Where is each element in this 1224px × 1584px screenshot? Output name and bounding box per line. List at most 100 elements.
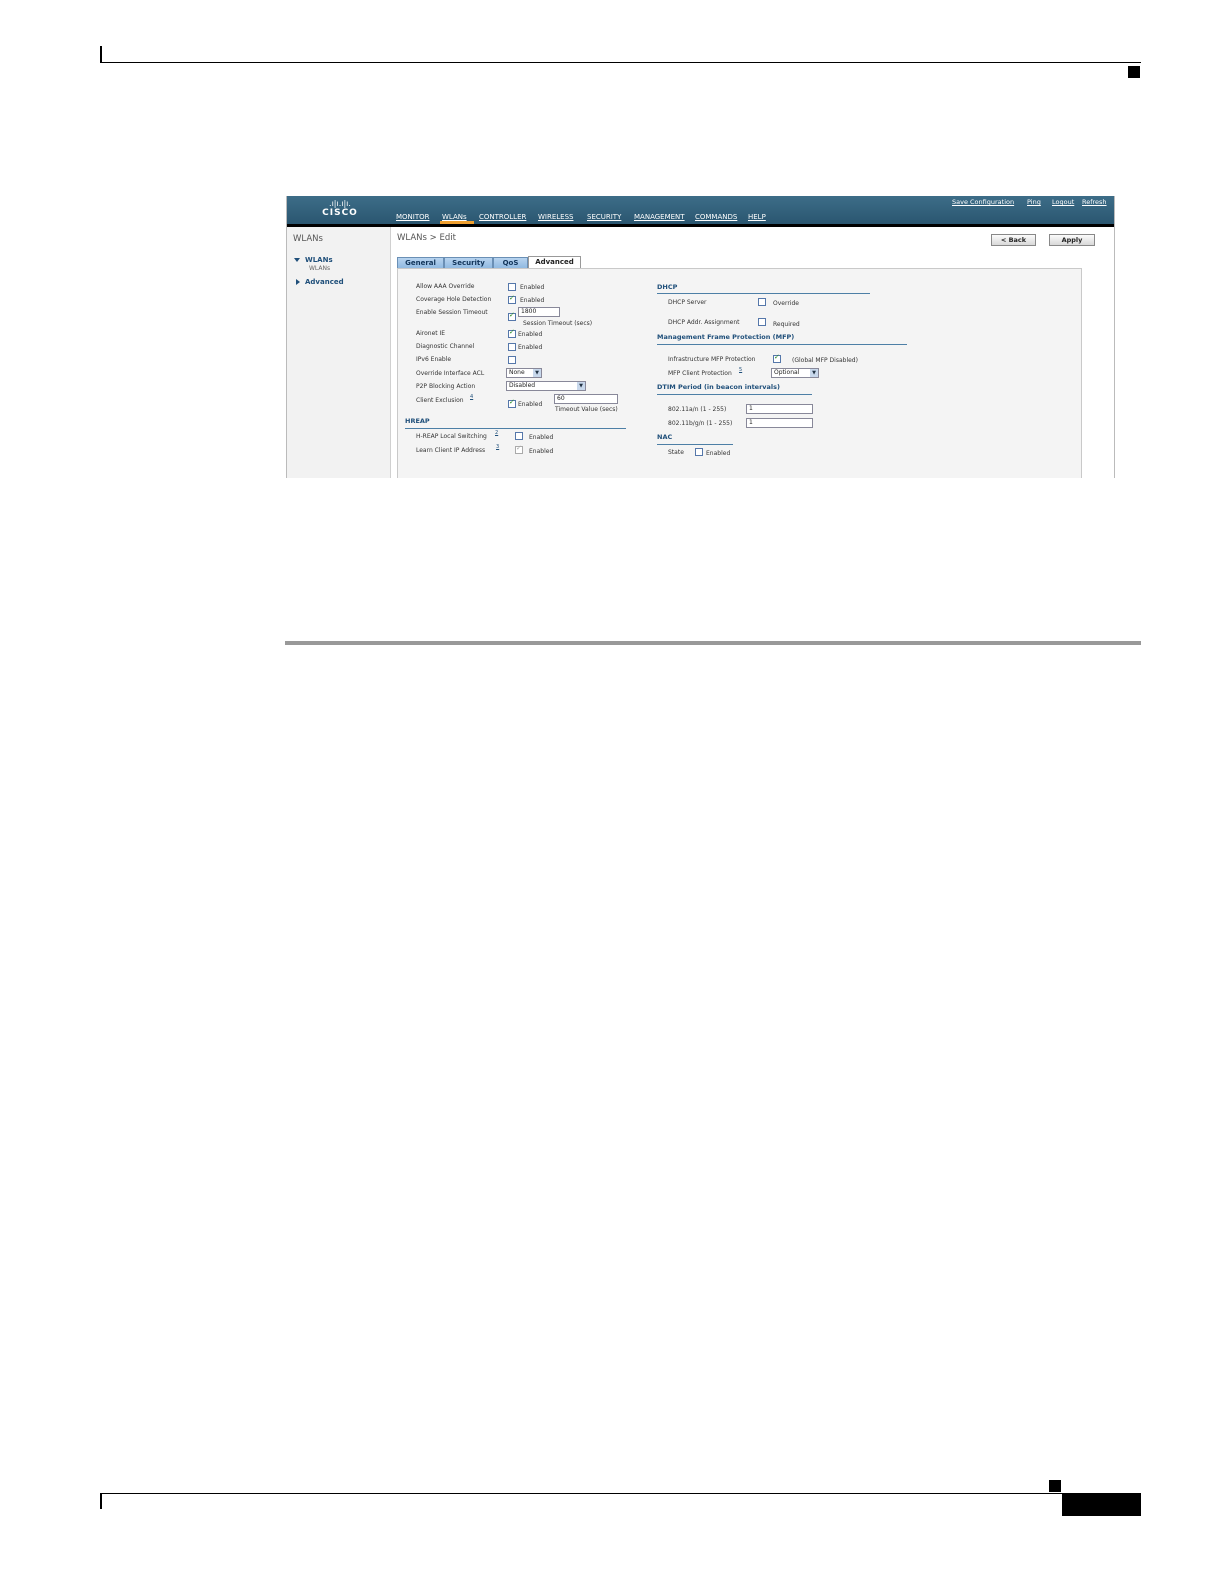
learn-ip-text: Enabled — [529, 448, 554, 455]
dhcp-assignment-text: Required — [773, 321, 800, 328]
p2p-select[interactable]: Disabled ▼ — [506, 381, 586, 391]
nav-commands[interactable]: COMMANDS — [695, 213, 737, 221]
mfp-section-rule — [657, 344, 907, 345]
coverage-hole-label: Coverage Hole Detection — [416, 296, 492, 303]
session-timeout-checkbox[interactable] — [508, 311, 516, 321]
nav-wireless[interactable]: WIRELESS — [538, 213, 573, 221]
hreap-section-title: HREAP — [405, 417, 430, 425]
client-exclusion-note[interactable]: 4 — [470, 394, 473, 400]
nac-state-label: State — [668, 449, 684, 456]
coverage-hole-text: Enabled — [520, 297, 545, 304]
hreap-switching-text: Enabled — [529, 434, 554, 441]
ipv6-label: IPv6 Enable — [416, 356, 452, 363]
aironet-ie-label: Aironet IE — [416, 330, 446, 337]
allow-aaa-label: Allow AAA Override — [416, 283, 475, 290]
cisco-logo: .ı|ı.ı|ı. CISCO — [322, 199, 358, 219]
footer-rule — [100, 1493, 1141, 1494]
client-exclusion-text: Enabled — [518, 401, 543, 408]
ipv6-checkbox[interactable] — [508, 356, 516, 364]
nav-help[interactable]: HELP — [748, 213, 766, 221]
diagnostic-channel-checkbox[interactable] — [508, 343, 516, 351]
coverage-hole-checkbox[interactable] — [508, 294, 516, 304]
nav-monitor[interactable]: MONITOR — [396, 213, 430, 221]
client-mfp-label: MFP Client Protection — [668, 370, 732, 377]
nav-wlans[interactable]: WLANs — [442, 213, 467, 221]
sidebar-title: WLANs — [293, 234, 323, 244]
dtim-section-rule — [657, 394, 812, 395]
section-separator — [285, 641, 1141, 645]
aironet-ie-checkbox[interactable] — [508, 328, 516, 338]
client-mfp-select[interactable]: Optional ▼ — [771, 368, 819, 378]
dtim-section-title: DTIM Period (in beacon intervals) — [657, 383, 780, 391]
hreap-switching-checkbox[interactable] — [515, 432, 523, 440]
session-timeout-label: Enable Session Timeout — [416, 309, 488, 316]
page-number-block — [1062, 1494, 1141, 1516]
footer-tick — [100, 1493, 102, 1509]
client-exclusion-label: Client Exclusion — [416, 397, 464, 404]
client-exclusion-checkbox[interactable] — [508, 398, 516, 408]
dhcp-server-checkbox[interactable] — [758, 298, 766, 306]
infra-mfp-checkbox[interactable] — [773, 353, 781, 363]
expand-arrow-icon[interactable] — [294, 258, 300, 262]
infra-mfp-label: Infrastructure MFP Protection — [668, 356, 756, 363]
ping-link[interactable]: Ping — [1027, 198, 1041, 206]
nav-security[interactable]: SECURITY — [587, 213, 621, 221]
apply-button[interactable]: Apply — [1049, 234, 1095, 246]
learn-ip-checkbox[interactable] — [515, 444, 523, 454]
diagnostic-channel-text: Enabled — [518, 344, 543, 351]
dhcp-section-title: DHCP — [657, 283, 678, 291]
nav-management[interactable]: MANAGEMENT — [634, 213, 685, 221]
session-timeout-input[interactable]: 1800 — [518, 307, 560, 317]
sidebar: WLANs WLANs WLANs Advanced — [287, 227, 391, 478]
nac-state-checkbox[interactable] — [695, 448, 703, 456]
nav-controller[interactable]: CONTROLLER — [479, 213, 526, 221]
sidebar-item-advanced[interactable]: Advanced — [305, 278, 344, 286]
learn-ip-note[interactable]: 3 — [496, 444, 499, 450]
refresh-link[interactable]: Refresh — [1082, 198, 1107, 206]
back-button[interactable]: < Back — [991, 234, 1036, 246]
dtim-a-label: 802.11a/n (1 - 255) — [668, 406, 727, 413]
dhcp-assignment-label: DHCP Addr. Assignment — [668, 319, 740, 326]
mfp-section-title: Management Frame Protection (MFP) — [657, 333, 795, 341]
nac-state-text: Enabled — [706, 450, 731, 457]
chevron-down-icon: ▼ — [533, 369, 541, 377]
chevron-down-icon: ▼ — [810, 369, 818, 377]
sidebar-subitem-wlans[interactable]: WLANs — [309, 265, 330, 272]
advanced-panel: Allow AAA Override Enabled Coverage Hole… — [397, 268, 1082, 478]
dtim-b-label: 802.11b/g/n (1 - 255) — [668, 420, 733, 427]
collapse-arrow-icon[interactable] — [296, 279, 300, 285]
exclusion-timeout-input[interactable]: 60 — [554, 394, 618, 404]
override-acl-label: Override Interface ACL — [416, 370, 485, 377]
p2p-label: P2P Blocking Action — [416, 383, 476, 390]
dhcp-assignment-checkbox[interactable] — [758, 318, 766, 326]
client-mfp-note[interactable]: 5 — [739, 367, 742, 373]
diagnostic-channel-label: Diagnostic Channel — [416, 343, 475, 350]
allow-aaa-checkbox[interactable] — [508, 283, 516, 291]
dtim-b-input[interactable]: 1 — [746, 418, 813, 428]
allow-aaa-text: Enabled — [520, 284, 545, 291]
hreap-section-rule — [405, 428, 626, 429]
top-bar: .ı|ı.ı|ı. CISCO MONITOR WLANs CONTROLLER… — [287, 196, 1114, 224]
chevron-down-icon: ▼ — [577, 382, 585, 390]
header-marker — [1128, 66, 1140, 78]
dhcp-server-label: DHCP Server — [668, 299, 707, 306]
header-tick — [100, 46, 102, 63]
dhcp-section-rule — [657, 293, 870, 294]
dhcp-server-text: Override — [773, 300, 799, 307]
hreap-switching-label: H-REAP Local Switching — [416, 433, 487, 440]
infra-mfp-text: (Global MFP Disabled) — [792, 357, 858, 364]
dtim-a-input[interactable]: 1 — [746, 404, 813, 414]
sidebar-item-wlans[interactable]: WLANs — [305, 256, 333, 264]
header-rule — [100, 62, 1141, 63]
hreap-switching-note[interactable]: 2 — [495, 430, 498, 436]
session-timeout-caption: Session Timeout (secs) — [523, 320, 593, 327]
aironet-ie-text: Enabled — [518, 331, 543, 338]
override-acl-select[interactable]: None ▼ — [506, 368, 542, 378]
logout-link[interactable]: Logout — [1052, 198, 1074, 206]
footer-marker — [1049, 1480, 1061, 1492]
save-configuration-link[interactable]: Save Configuration — [952, 198, 1014, 206]
nac-section-rule — [657, 444, 733, 445]
exclusion-timeout-caption: Timeout Value (secs) — [555, 406, 618, 413]
learn-ip-label: Learn Client IP Address — [416, 447, 486, 454]
breadcrumb: WLANs > Edit — [397, 233, 456, 243]
